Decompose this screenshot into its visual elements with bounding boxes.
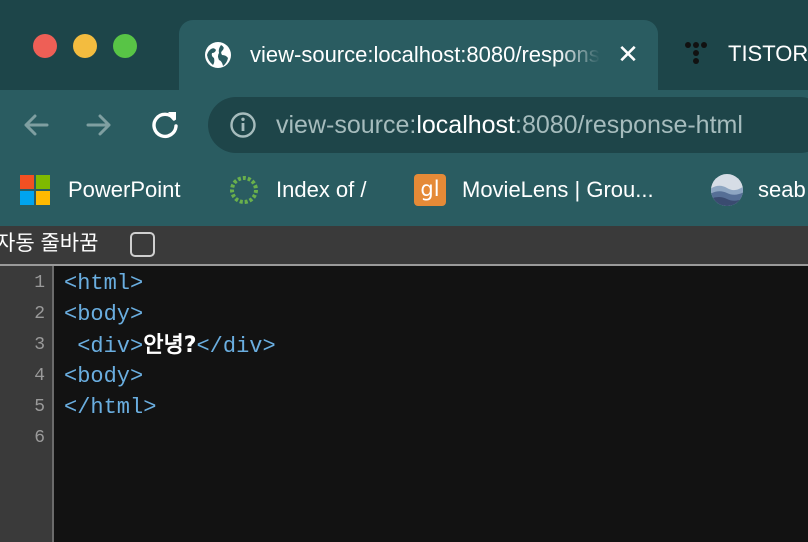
bookmark-label: MovieLens | Grou...: [462, 177, 654, 202]
microsoft-logo-icon: [20, 175, 50, 205]
bookmark-powerpoint[interactable]: PowerPoint: [20, 172, 220, 208]
reload-icon[interactable]: [148, 108, 182, 142]
source-code: <body>: [64, 361, 143, 392]
tab-title: view-source:localhost:8080/response-html: [250, 42, 600, 67]
source-line: 3 <div>안녕?</div>: [0, 330, 808, 361]
line-number: 1: [34, 273, 45, 293]
source-line: 4 <body>: [0, 361, 808, 392]
line-wrap-label: 자동 줄바꿈: [0, 232, 99, 255]
source-code: <html>: [64, 268, 143, 299]
html-tag: <body>: [64, 302, 144, 327]
source-code: </html>: [64, 392, 156, 423]
tistory-logo-icon: [685, 42, 707, 64]
ring-logo-icon: [230, 176, 258, 204]
source-code: <div>안녕?</div>: [64, 330, 276, 362]
arrow-left-icon[interactable]: [19, 108, 53, 142]
source-code: <body>: [64, 299, 143, 330]
html-tag: <html>: [64, 271, 144, 296]
url-host: localhost: [416, 111, 515, 139]
address-bar[interactable]: view-source:localhost:8080/response-html: [208, 97, 808, 153]
html-tag: <body>: [64, 364, 144, 389]
bookmark-movielens[interactable]: gl MovieLens | Grou...: [414, 172, 694, 208]
bookmark-index-of[interactable]: Index of /: [228, 172, 408, 208]
url-scheme: view-source:: [276, 111, 417, 139]
line-number: 3: [34, 335, 45, 355]
source-line: 5 </html>: [0, 392, 808, 423]
line-number: 6: [34, 428, 45, 448]
title-bar: view-source:localhost:8080/response-html…: [0, 0, 808, 90]
maximize-window-button[interactable]: [113, 34, 137, 58]
bookmarks-bar: PowerPoint Index of / gl MovieLens | Gro…: [0, 158, 808, 226]
arrow-right-icon[interactable]: [82, 108, 116, 142]
line-number: 4: [34, 366, 45, 386]
tab-view-source[interactable]: view-source:localhost:8080/response-html…: [179, 20, 658, 90]
tab-title: TISTORY: [728, 41, 808, 66]
source-line: 6: [0, 423, 808, 454]
close-window-button[interactable]: [33, 34, 57, 58]
source-view: 1 <html> 2 <body> 3 <div>안녕?</div> 4 <body> 5 </…: [0, 266, 808, 542]
source-line: 2 <body>: [0, 299, 808, 330]
bookmark-label: PowerPoint: [68, 177, 181, 202]
close-tab-icon[interactable]: ✕: [614, 40, 642, 68]
bookmark-label: Index of /: [276, 177, 367, 202]
minimize-window-button[interactable]: [73, 34, 97, 58]
seaborn-logo-icon: [711, 174, 743, 206]
url-rest: :8080/response-html: [515, 111, 743, 139]
line-number: 5: [34, 397, 45, 417]
tab-tistory[interactable]: TISTORY: [676, 30, 808, 78]
globe-icon: [205, 42, 231, 68]
html-tag: <div>: [64, 334, 144, 359]
html-tag: </div>: [196, 334, 276, 359]
text-content: 안녕?: [143, 333, 197, 358]
view-source-options-bar: 자동 줄바꿈: [0, 226, 808, 266]
gl-logo-icon: gl: [414, 174, 446, 206]
bookmark-seaborn[interactable]: seab: [710, 172, 808, 208]
html-tag: </html>: [64, 395, 157, 420]
address-text[interactable]: view-source:localhost:8080/response-html: [276, 107, 743, 143]
line-wrap-checkbox[interactable]: [130, 232, 155, 257]
source-line: 1 <html>: [0, 268, 808, 299]
bookmark-label: seab: [758, 177, 806, 202]
info-icon[interactable]: [229, 111, 257, 139]
line-number: 2: [34, 304, 45, 324]
navigation-toolbar: view-source:localhost:8080/response-html: [0, 90, 808, 158]
